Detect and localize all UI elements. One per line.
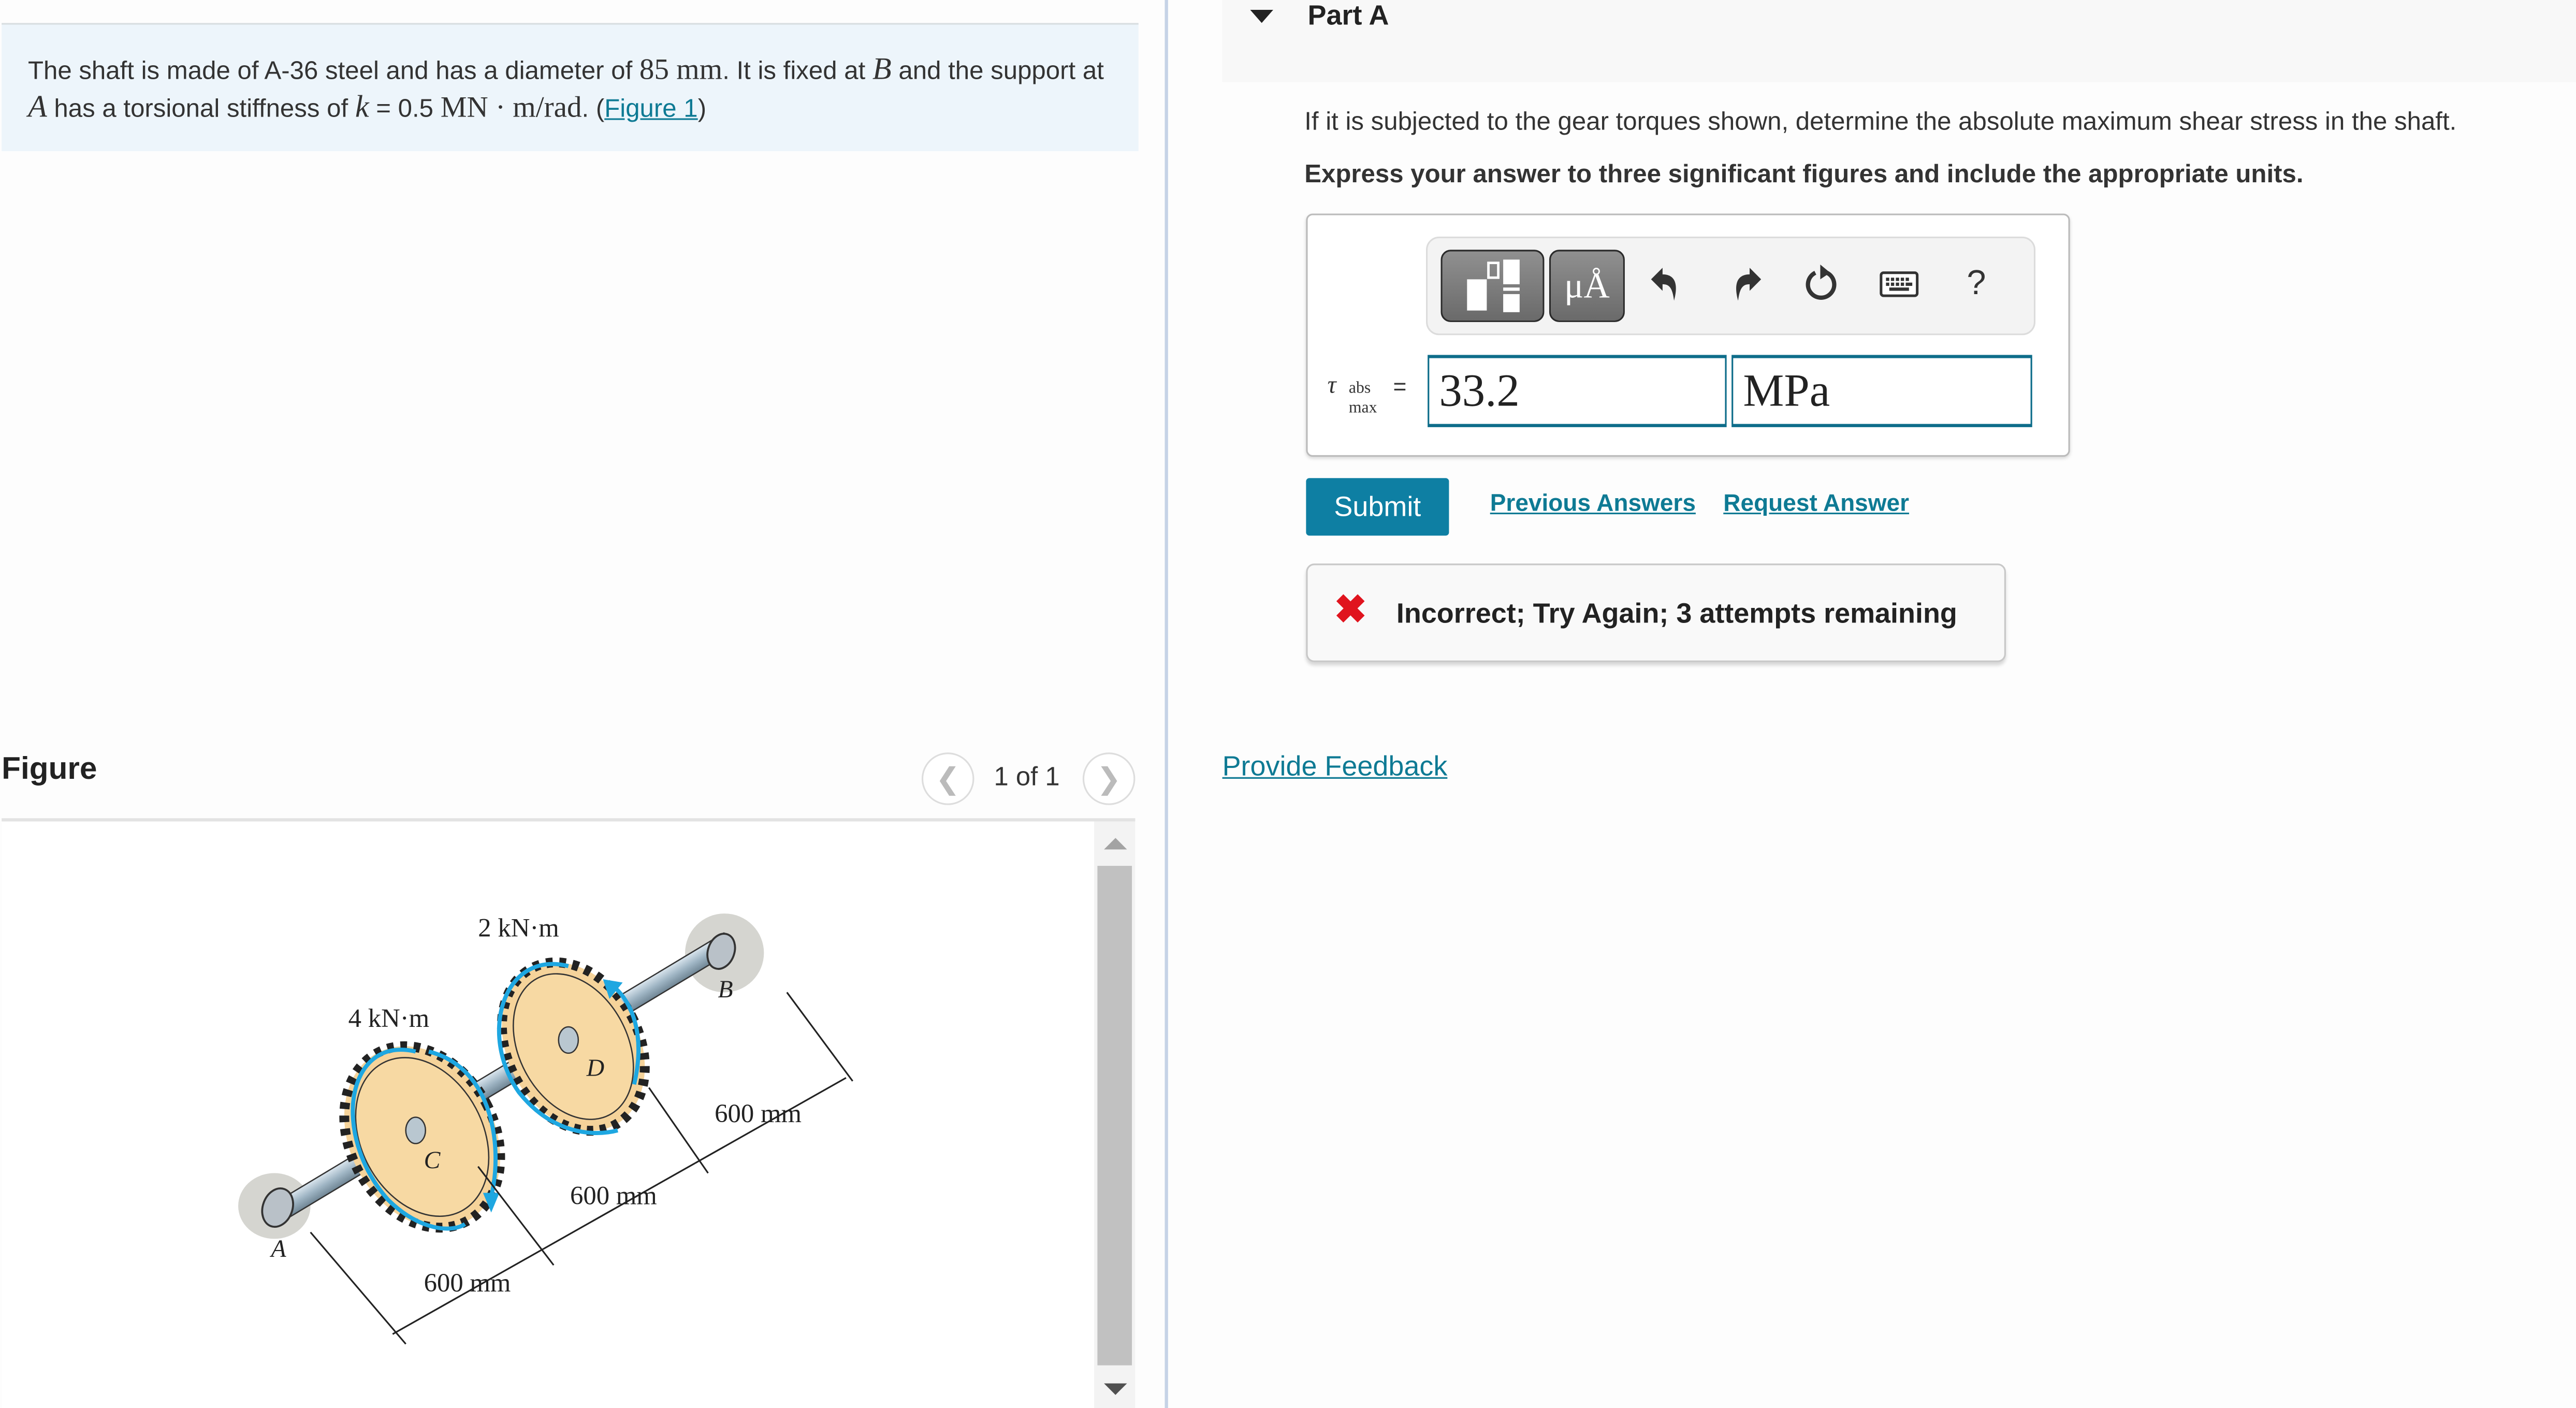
gear-C: [339, 1041, 505, 1233]
fixed-point-label: B: [872, 52, 892, 88]
keyboard-icon: [1880, 271, 1919, 297]
help-icon: ?: [1967, 264, 1986, 302]
figure-title: Figure: [2, 752, 97, 787]
figure-next-button[interactable]: ❯: [1082, 752, 1136, 805]
figure-page-indicator: 1 of 1: [994, 764, 1060, 792]
part-title[interactable]: Part A: [1308, 0, 1389, 33]
redo-button[interactable]: [1722, 259, 1771, 309]
panel-divider[interactable]: [1165, 0, 1168, 1408]
point-label-C: C: [424, 1147, 441, 1174]
templates-icon: [1466, 259, 1519, 312]
templates-button[interactable]: [1440, 250, 1545, 322]
answer-box: μÅ ? τ abs max = 33.2 MPa: [1306, 213, 2070, 457]
scroll-down-button[interactable]: [1094, 1369, 1135, 1408]
arrow-down-icon: [1103, 1382, 1126, 1395]
problem-text: The shaft is made of A-36 steel and has …: [27, 57, 639, 85]
tau-subscript: max: [1348, 399, 1377, 417]
point-label-D: D: [586, 1055, 604, 1082]
dimension-label-AC: 600 mm: [424, 1268, 511, 1297]
gear-D: [497, 957, 650, 1136]
help-button[interactable]: ?: [1952, 259, 2001, 309]
chevron-right-icon: ❯: [1096, 761, 1122, 795]
figure-viewport: 4 kN·m 2 kN·m A B C D 600 mm 600 mm 600 …: [2, 821, 1095, 1408]
support-point-label: A: [27, 89, 47, 124]
reset-icon: [1806, 264, 1837, 300]
problem-text: . It is fixed at: [722, 57, 872, 85]
equals-sign: =: [1393, 373, 1407, 399]
diameter-value: 85 mm: [639, 52, 723, 85]
stiffness-symbol: k: [355, 89, 369, 124]
redo-icon: [1736, 268, 1762, 301]
shaft-gear-diagram: 4 kN·m 2 kN·m A B C D 600 mm 600 mm 600 …: [238, 913, 853, 1345]
incorrect-x-icon: ✖: [1334, 588, 1367, 633]
point-label-A: A: [270, 1236, 287, 1262]
undo-button[interactable]: [1641, 259, 1691, 309]
stiffness-units: MN · m/rad: [440, 89, 582, 123]
keyboard-button[interactable]: [1874, 259, 1924, 309]
dimension-label-CD: 600 mm: [570, 1181, 657, 1210]
provide-feedback-link[interactable]: Provide Feedback: [1222, 751, 1448, 783]
scroll-thumb[interactable]: [1097, 866, 1132, 1366]
torque-label-C: 4 kN·m: [348, 1004, 429, 1033]
submit-button[interactable]: Submit: [1306, 478, 1449, 536]
units-button[interactable]: μÅ: [1549, 250, 1625, 322]
arrow-up-icon: [1103, 837, 1126, 849]
figure-link[interactable]: Figure 1: [604, 94, 697, 122]
feedback-text: Incorrect; Try Again; 3 attempts remaini…: [1396, 598, 1957, 630]
answer-unit-input[interactable]: MPa: [1731, 355, 2032, 427]
previous-answers-link[interactable]: Previous Answers: [1490, 491, 1696, 518]
instruction-text: Express your answer to three significant…: [1304, 161, 2304, 189]
reset-button[interactable]: [1797, 259, 1846, 309]
question-text: If it is subjected to the gear torques s…: [1304, 108, 2457, 137]
figure-scrollbar[interactable]: [1094, 821, 1136, 1408]
torque-label-D: 2 kN·m: [478, 913, 559, 942]
tau-superscript: abs: [1348, 379, 1371, 398]
math-toolbar: μÅ ?: [1425, 236, 2036, 336]
stiffness-value: = 0.5: [369, 94, 441, 123]
units-icon: μÅ: [1564, 264, 1610, 306]
figure-prev-button[interactable]: ❮: [921, 752, 974, 805]
feedback-message: ✖ Incorrect; Try Again; 3 attempts remai…: [1306, 563, 2006, 662]
scroll-up-button[interactable]: [1094, 821, 1135, 864]
chevron-left-icon: ❮: [935, 761, 960, 795]
collapse-caret-icon[interactable]: [1250, 10, 1273, 23]
problem-text: ): [697, 94, 707, 123]
answer-value-input[interactable]: 33.2: [1428, 355, 1727, 427]
dimension-label-DB: 600 mm: [715, 1099, 802, 1128]
problem-text: and the support at: [891, 57, 1104, 85]
page: The shaft is made of A-36 steel and has …: [0, 0, 2576, 1408]
part-header[interactable]: [1222, 0, 2576, 82]
problem-text: . (: [581, 94, 605, 123]
point-label-B: B: [718, 976, 733, 1003]
undo-icon: [1651, 268, 1676, 301]
tau-symbol: τ: [1327, 373, 1336, 399]
problem-statement: The shaft is made of A-36 steel and has …: [28, 53, 1129, 127]
request-answer-link[interactable]: Request Answer: [1723, 491, 1909, 518]
problem-text: has a torsional stiffness of: [47, 94, 355, 123]
